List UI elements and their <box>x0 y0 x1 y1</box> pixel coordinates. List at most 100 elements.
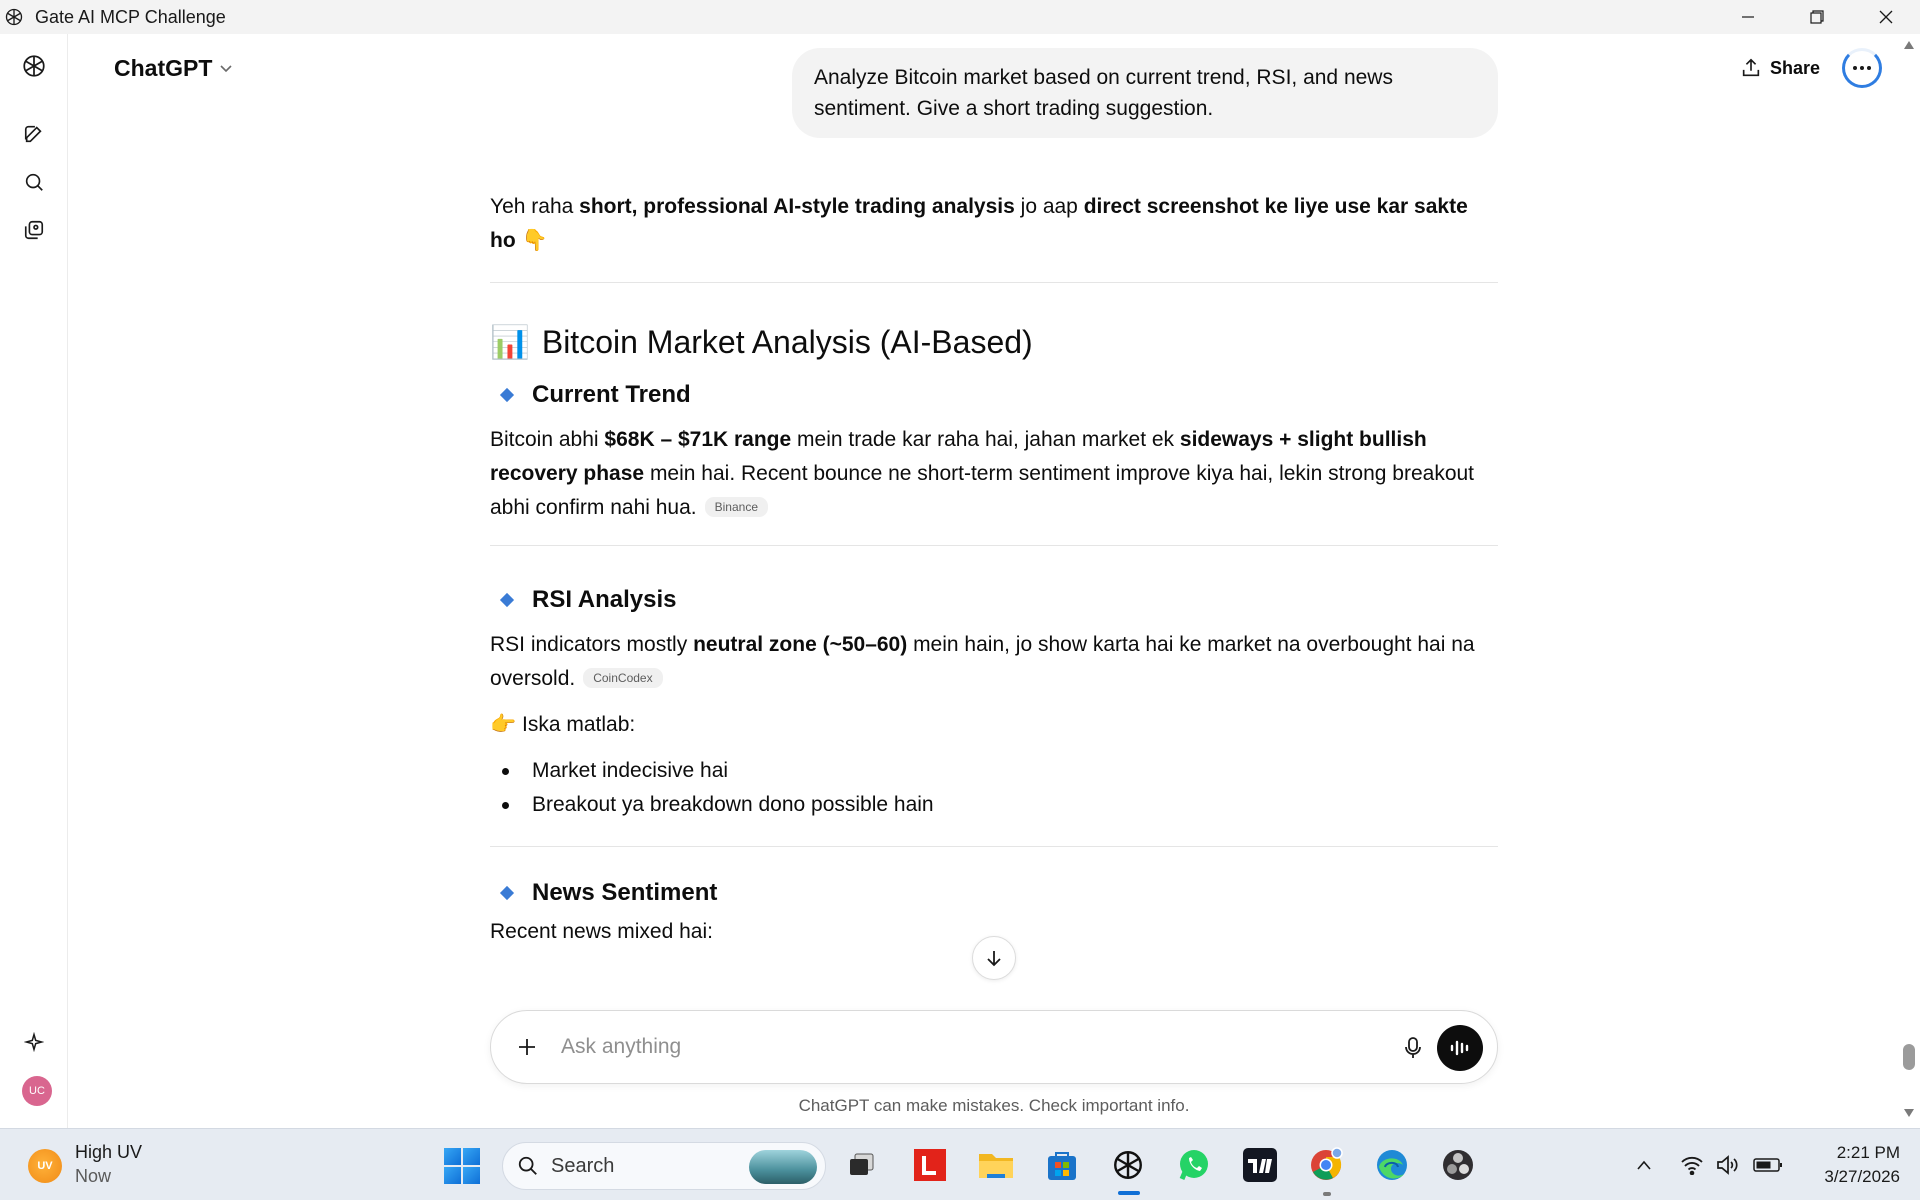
scroll-down-icon[interactable] <box>1903 1108 1915 1118</box>
model-selector[interactable]: ChatGPT <box>106 50 242 86</box>
microsoft-store-button[interactable] <box>1040 1143 1084 1187</box>
dictate-button[interactable] <box>1391 1026 1435 1070</box>
taskbar: UV High UV Now Search 2:21 PM 3/27/2026 <box>0 1128 1920 1200</box>
prompt-input[interactable] <box>561 1035 1341 1059</box>
window-title: Gate AI MCP Challenge <box>35 6 226 27</box>
restore-icon <box>1809 10 1824 24</box>
wifi-status[interactable] <box>1676 1149 1708 1181</box>
chatgpt-logo-icon <box>1114 1151 1142 1179</box>
minimize-button[interactable] <box>1713 0 1782 34</box>
chatgpt-logo-icon <box>23 55 45 77</box>
voice-waveform-icon <box>1450 1040 1469 1056</box>
microphone-icon <box>1405 1037 1421 1058</box>
clock-time: 2:21 PM <box>1836 1143 1900 1162</box>
diamond-bullet-icon <box>499 885 515 901</box>
diamond-bullet-icon <box>499 387 515 403</box>
chevron-up-icon <box>1637 1160 1651 1170</box>
library-button[interactable] <box>16 212 52 248</box>
clock[interactable]: 2:21 PM 3/27/2026 <box>1800 1141 1900 1189</box>
windows-logo-tile <box>463 1167 480 1184</box>
rsi-bullet-list: Market indecisive hai Breakout ya breakd… <box>490 754 1498 822</box>
list-item: Breakout ya breakdown dono possible hain <box>490 788 1498 822</box>
close-icon <box>1879 10 1892 24</box>
task-view-icon <box>850 1153 874 1175</box>
obs-icon <box>1443 1150 1473 1180</box>
minimize-icon <box>1741 16 1754 18</box>
taskbar-search-label: Search <box>551 1154 615 1177</box>
new-chat-button[interactable] <box>16 116 52 152</box>
windows-logo-tile <box>444 1167 461 1184</box>
weather-title[interactable]: High UV <box>75 1142 142 1163</box>
sparkle-icon <box>24 1032 44 1052</box>
chrome-button[interactable] <box>1304 1143 1348 1187</box>
composer <box>490 1010 1498 1084</box>
citation-chip[interactable]: Binance <box>704 497 769 517</box>
wifi-icon <box>1681 1156 1703 1175</box>
disclaimer: ChatGPT can make mistakes. Check importa… <box>798 1096 1190 1115</box>
search-highlight-image <box>749 1150 817 1184</box>
edge-icon <box>1377 1150 1407 1180</box>
chatgpt-taskbar-button[interactable] <box>1106 1143 1150 1187</box>
search-chats-button[interactable] <box>16 164 52 200</box>
trend-paragraph: Bitcoin abhi $68K – $71K range mein trad… <box>490 428 1475 519</box>
active-app-indicator <box>1118 1191 1140 1195</box>
model-label: ChatGPT <box>114 54 213 81</box>
restore-button[interactable] <box>1782 0 1851 34</box>
scroll-thumb[interactable] <box>1903 1044 1915 1070</box>
divider <box>490 846 1498 847</box>
user-message: Analyze Bitcoin market based on current … <box>792 48 1498 138</box>
search-icon <box>25 173 43 191</box>
chrome-icon <box>1311 1147 1343 1180</box>
lenovo-vantage-icon <box>914 1149 946 1181</box>
task-view-button[interactable] <box>840 1143 884 1187</box>
show-hidden-icons-button[interactable] <box>1628 1149 1660 1181</box>
weather-subtitle[interactable]: Now <box>75 1166 111 1187</box>
whatsapp-button[interactable] <box>1172 1143 1216 1187</box>
user-avatar[interactable]: UC <box>22 1076 52 1106</box>
close-button[interactable] <box>1851 0 1920 34</box>
intro-paragraph: Yeh raha short, professional AI-style tr… <box>490 195 1468 252</box>
window-controls <box>1713 0 1920 34</box>
scroll-to-bottom-button[interactable] <box>972 936 1016 980</box>
edit-icon <box>24 125 42 143</box>
section-heading-trend: Current Trend <box>490 381 1498 409</box>
pointing-right-emoji: 👉 <box>490 713 517 736</box>
rsi-paragraph: RSI indicators mostly neutral zone (~50–… <box>490 633 1475 690</box>
diamond-bullet-icon <box>499 592 515 608</box>
scrollbar[interactable] <box>1898 34 1920 1128</box>
sidebar: UC <box>0 34 68 1128</box>
chevron-down-icon <box>220 65 232 73</box>
attach-button[interactable] <box>505 1025 549 1069</box>
title-bar: Gate AI MCP Challenge <box>0 0 1920 34</box>
tradingview-icon <box>1243 1148 1277 1182</box>
start-button[interactable] <box>444 1148 480 1184</box>
edge-button[interactable] <box>1370 1143 1414 1187</box>
share-icon <box>1742 58 1760 77</box>
running-app-indicator <box>1323 1192 1331 1196</box>
taskbar-search[interactable]: Search <box>502 1142 826 1190</box>
upgrade-button[interactable] <box>16 1024 52 1060</box>
scroll-up-icon[interactable] <box>1903 40 1915 50</box>
whatsapp-icon <box>1179 1150 1208 1180</box>
weather-uv-icon[interactable]: UV <box>28 1149 62 1183</box>
windows-logo-tile <box>463 1148 480 1165</box>
share-button[interactable]: Share <box>1740 50 1820 86</box>
folder-icon <box>979 1154 1013 1178</box>
obs-studio-button[interactable] <box>1436 1143 1480 1187</box>
citation-chip[interactable]: CoinCodex <box>583 668 663 688</box>
tradingview-button[interactable] <box>1238 1143 1282 1187</box>
divider <box>490 282 1498 283</box>
meaning-label: 👉 Iska matlab: <box>490 713 636 736</box>
volume-status[interactable] <box>1712 1149 1744 1181</box>
list-item: Market indecisive hai <box>490 754 1498 788</box>
home-logo-button[interactable] <box>16 48 52 84</box>
plus-icon <box>519 1039 535 1055</box>
battery-status[interactable] <box>1752 1149 1784 1181</box>
more-options-button[interactable] <box>1842 48 1882 88</box>
share-label: Share <box>1770 57 1821 78</box>
lenovo-vantage-button[interactable] <box>908 1143 952 1187</box>
voice-mode-button[interactable] <box>1437 1025 1483 1071</box>
clock-date: 3/27/2026 <box>1824 1167 1900 1186</box>
file-explorer-button[interactable] <box>974 1143 1018 1187</box>
chart-emoji-icon: 📊 <box>490 324 530 360</box>
